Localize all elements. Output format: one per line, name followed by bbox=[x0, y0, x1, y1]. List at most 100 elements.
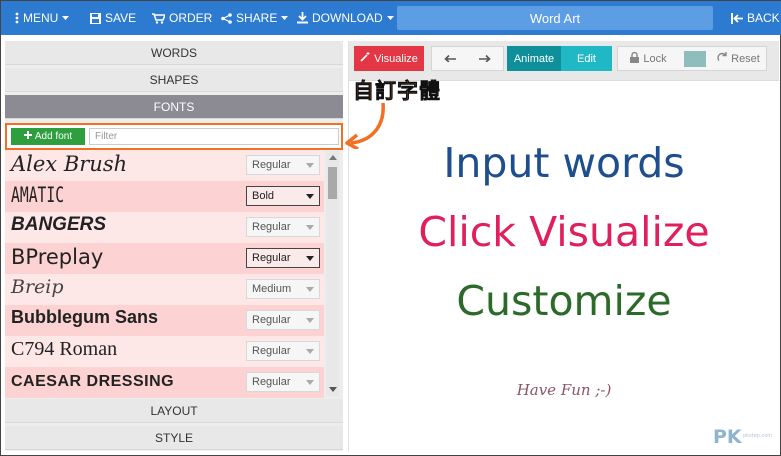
font-row[interactable]: Bubblegum Sans Regular bbox=[5, 305, 324, 336]
scrollbar-thumb[interactable] bbox=[328, 167, 337, 199]
document-title[interactable]: Word Art bbox=[397, 6, 713, 30]
color-swatch bbox=[684, 50, 706, 67]
section-words-label: WORDS bbox=[151, 45, 197, 60]
annotation-arrow-icon bbox=[345, 102, 385, 149]
undo-button[interactable] bbox=[431, 46, 468, 71]
font-row[interactable]: Breip Medium bbox=[5, 274, 324, 305]
font-name: AMATIC bbox=[11, 183, 65, 207]
font-style-value: Medium bbox=[252, 283, 292, 295]
document-title-label: Word Art bbox=[529, 10, 581, 26]
animate-button[interactable]: Animate bbox=[507, 46, 561, 71]
font-style-select[interactable]: Regular bbox=[246, 372, 320, 392]
font-style-value: Regular bbox=[252, 345, 291, 357]
animate-label: Animate bbox=[513, 52, 555, 65]
section-layout-label: LAYOUT bbox=[150, 403, 198, 418]
font-row[interactable]: Alex Brush Regular bbox=[5, 150, 324, 181]
share-label: SHARE bbox=[236, 11, 278, 25]
section-words[interactable]: WORDS bbox=[5, 41, 343, 65]
share-button[interactable]: SHARE bbox=[221, 1, 289, 35]
font-style-select[interactable]: Medium bbox=[246, 279, 320, 299]
font-name: Bubblegum Sans bbox=[11, 307, 159, 327]
visualize-button[interactable]: Visualize bbox=[354, 46, 424, 71]
font-name: CAESAR DRESSING bbox=[11, 373, 175, 390]
back-button[interactable]: BACK bbox=[731, 1, 780, 35]
caret-down-icon bbox=[386, 15, 394, 21]
magic-wand-icon bbox=[360, 52, 370, 65]
lock-icon bbox=[630, 51, 640, 66]
order-button[interactable]: ORDER bbox=[152, 1, 212, 35]
font-style-value: Regular bbox=[252, 376, 291, 388]
font-list-scrollbar[interactable] bbox=[326, 151, 339, 396]
word-art-line-3: Customize bbox=[456, 277, 672, 325]
redo-button[interactable] bbox=[467, 46, 504, 71]
download-icon bbox=[297, 12, 308, 24]
caret-down-icon bbox=[306, 349, 314, 354]
caret-down-icon bbox=[306, 194, 314, 199]
font-row[interactable]: BANGERS Regular bbox=[5, 212, 324, 243]
font-name: Breip bbox=[11, 276, 64, 298]
color-picker-button[interactable] bbox=[679, 46, 712, 71]
font-name: BPreplay bbox=[11, 245, 104, 269]
font-row[interactable]: CAESAR DRESSING Regular bbox=[5, 367, 324, 398]
font-style-select[interactable]: Regular bbox=[246, 341, 320, 361]
font-style-value: Regular bbox=[252, 221, 291, 233]
reset-label: Reset bbox=[731, 52, 760, 65]
lock-button[interactable]: Lock bbox=[617, 46, 680, 71]
word-art-line-1: Input words bbox=[443, 139, 685, 187]
section-shapes-label: SHAPES bbox=[149, 72, 199, 87]
watermark-text: pkstep.com bbox=[743, 433, 773, 439]
watermark-logo: PK bbox=[713, 426, 742, 448]
font-filter-row: Add font bbox=[5, 123, 343, 150]
back-arrow-icon bbox=[731, 12, 743, 24]
lock-label: Lock bbox=[643, 52, 667, 65]
font-filter-input[interactable] bbox=[89, 128, 339, 145]
caret-down-icon bbox=[306, 256, 314, 261]
top-bar: MENU SAVE ORDER SHARE DOWNLOAD Word Art … bbox=[1, 1, 781, 35]
reset-icon bbox=[717, 52, 727, 65]
plus-icon bbox=[23, 131, 32, 142]
edit-button[interactable]: Edit bbox=[561, 46, 612, 71]
caret-down-icon bbox=[306, 225, 314, 230]
section-style-label: STYLE bbox=[154, 430, 193, 445]
font-row[interactable]: C794 Roman Regular bbox=[5, 336, 324, 367]
download-label: DOWNLOAD bbox=[312, 11, 383, 25]
section-shapes[interactable]: SHAPES bbox=[5, 68, 343, 92]
save-button[interactable]: SAVE bbox=[90, 1, 136, 35]
font-style-select[interactable]: Regular bbox=[246, 217, 320, 237]
font-row[interactable]: AMATIC Bold bbox=[5, 181, 324, 212]
order-label: ORDER bbox=[169, 11, 213, 25]
font-style-value: Regular bbox=[252, 252, 291, 264]
cart-icon bbox=[152, 12, 165, 24]
font-style-select[interactable]: Regular bbox=[246, 248, 320, 268]
font-style-value: Regular bbox=[252, 314, 291, 326]
more-vertical-icon bbox=[15, 12, 19, 24]
scroll-down-icon[interactable] bbox=[329, 387, 337, 392]
font-row[interactable]: BPreplay Regular bbox=[5, 243, 324, 274]
visualize-label: Visualize bbox=[374, 52, 418, 65]
font-style-select[interactable]: Bold bbox=[246, 186, 320, 206]
caret-down-icon bbox=[306, 163, 314, 168]
font-style-select[interactable]: Regular bbox=[246, 155, 320, 175]
back-label: BACK bbox=[747, 11, 780, 25]
section-fonts-label: FONTS bbox=[153, 99, 195, 114]
caret-down-icon bbox=[306, 380, 314, 385]
font-style-select[interactable]: Regular bbox=[246, 310, 320, 330]
undo-icon bbox=[443, 53, 456, 65]
section-fonts[interactable]: FONTS bbox=[5, 95, 343, 119]
font-name: BANGERS bbox=[11, 214, 107, 235]
reset-button[interactable]: Reset bbox=[711, 46, 767, 71]
word-art-line-4: Have Fun ;-) bbox=[516, 381, 612, 399]
section-style[interactable]: STYLE bbox=[5, 426, 343, 450]
scroll-up-icon[interactable] bbox=[329, 155, 337, 160]
menu-label: MENU bbox=[23, 11, 59, 25]
edit-label: Edit bbox=[577, 52, 596, 65]
menu-button[interactable]: MENU bbox=[15, 1, 70, 35]
section-layout[interactable]: LAYOUT bbox=[5, 399, 343, 423]
caret-down-icon bbox=[62, 15, 70, 21]
font-style-value: Regular bbox=[252, 159, 291, 171]
save-label: SAVE bbox=[105, 11, 137, 25]
font-style-value: Bold bbox=[252, 190, 275, 202]
floppy-disk-icon bbox=[90, 12, 101, 24]
download-button[interactable]: DOWNLOAD bbox=[297, 1, 394, 35]
add-font-button[interactable]: Add font bbox=[11, 128, 85, 145]
